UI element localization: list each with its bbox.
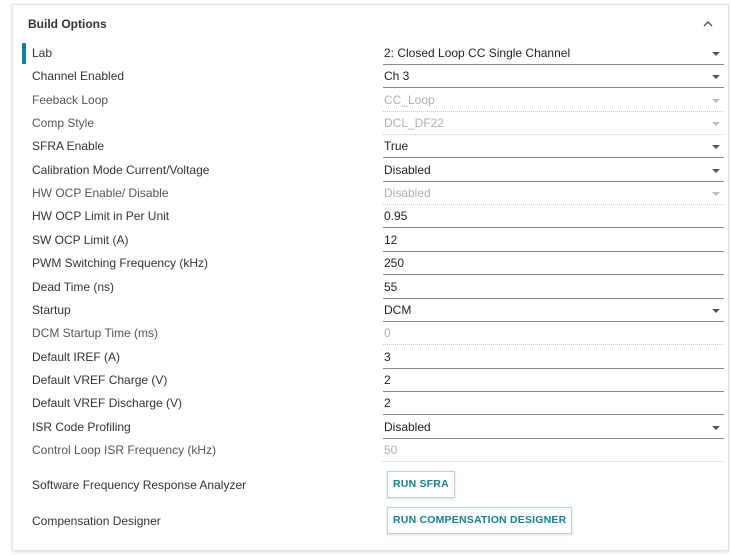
isr-code-profiling-select[interactable]: Disabled [383, 416, 724, 439]
option-label: HW OCP Limit in Per Unit [32, 209, 170, 224]
option-row-default-vref-discharge-v: Default VREF Discharge (V) 2 [13, 392, 729, 416]
option-row-isr-code-profiling: ISR Code Profiling Disabled [13, 416, 729, 439]
hw-ocp-enable-disable-select: Disabled [383, 182, 724, 206]
field-value: True [384, 139, 409, 154]
build-options-panel: Build Options Lab 2: Closed Loop CC Singl… [12, 4, 729, 551]
sfra-enable-select[interactable]: True [383, 135, 724, 159]
field-value: 0 [384, 326, 391, 341]
hw-ocp-limit-in-per-unit-input[interactable]: 0.95 [383, 205, 724, 229]
option-row-sfra-enable: SFRA Enable True [13, 135, 729, 159]
run-sfra-button[interactable]: RUN SFRA [387, 471, 455, 498]
option-row-hw-ocp-enable-disable: HW OCP Enable/ Disable Disabled [13, 182, 729, 206]
dropdown-arrow-icon [712, 98, 720, 103]
option-label: Default IREF (A) [32, 349, 121, 364]
option-row-default-iref-a: Default IREF (A) 3 [13, 346, 729, 369]
option-label: Dead Time (ns) [32, 279, 115, 294]
option-row-calibration-mode-current-voltage: Calibration Mode Current/Voltage Disabled [13, 159, 729, 182]
option-label: ISR Code Profiling [32, 419, 131, 434]
dcm-startup-time-ms-input: 0 [383, 322, 724, 346]
dead-time-ns-input[interactable]: 55 [383, 276, 724, 299]
active-indicator [22, 43, 26, 64]
option-label: PWM Switching Frequency (kHz) [32, 256, 209, 271]
action-label: Compensation Designer [32, 514, 161, 528]
dropdown-arrow-icon[interactable] [712, 308, 720, 313]
control-loop-isr-frequency-khz-input: 50 [383, 439, 724, 462]
action-row-compensation-designer: Compensation Designer RUN COMPENSATION DE… [13, 506, 729, 536]
option-label: Feeback Loop [32, 92, 109, 107]
calibration-mode-current-voltage-select[interactable]: Disabled [383, 159, 724, 182]
feeback-loop-select: CC_Loop [383, 89, 724, 112]
dropdown-arrow-icon[interactable] [712, 75, 720, 80]
option-row-pwm-switching-frequency-khz: PWM Switching Frequency (kHz) 250 [13, 252, 729, 276]
option-row-sw-ocp-limit-a: SW OCP Limit (A) 12 [13, 229, 729, 252]
dropdown-arrow-icon [712, 122, 720, 127]
field-value: Ch 3 [384, 69, 410, 84]
option-label: DCM Startup Time (ms) [32, 326, 159, 341]
default-vref-charge-v-input[interactable]: 2 [383, 369, 724, 392]
option-row-dcm-startup-time-ms: DCM Startup Time (ms) 0 [13, 322, 729, 346]
field-value: DCL_DF22 [384, 116, 445, 131]
panel-header: Build Options [28, 13, 718, 35]
dropdown-arrow-icon [712, 192, 720, 197]
pwm-switching-frequency-khz-input[interactable]: 250 [383, 252, 724, 276]
option-label: Calibration Mode Current/Voltage [32, 162, 210, 177]
option-row-startup: Startup DCM [13, 299, 729, 322]
field-value: Disabled [384, 419, 431, 434]
option-row-control-loop-isr-frequency-khz: Control Loop ISR Frequency (kHz) 50 [13, 439, 729, 462]
field-value: 250 [384, 256, 405, 271]
field-value: Disabled [384, 162, 431, 177]
panel-title: Build Options [28, 17, 107, 31]
field-value: 3 [384, 349, 391, 364]
option-label: Default VREF Discharge (V) [32, 396, 183, 411]
field-value: 0.95 [384, 209, 408, 224]
option-label: Lab [32, 46, 53, 60]
field-value: 55 [384, 279, 398, 294]
field-value: 2 [384, 372, 391, 387]
option-label: HW OCP Enable/ Disable [32, 186, 169, 201]
field-value: Disabled [384, 186, 431, 201]
option-row-hw-ocp-limit-in-per-unit: HW OCP Limit in Per Unit 0.95 [13, 205, 729, 229]
option-label: SFRA Enable [32, 139, 105, 154]
dropdown-arrow-icon[interactable] [712, 52, 720, 56]
lab-select[interactable]: 2: Closed Loop CC Single Channel [383, 42, 724, 65]
dropdown-arrow-icon[interactable] [712, 168, 720, 173]
option-row-lab: Lab 2: Closed Loop CC Single Channel [13, 42, 729, 65]
option-label: Default VREF Charge (V) [32, 372, 168, 387]
option-label: Control Loop ISR Frequency (kHz) [32, 442, 217, 457]
run-compensation-designer-button[interactable]: RUN COMPENSATION DESIGNER [387, 507, 573, 534]
option-row-comp-style: Comp Style DCL_DF22 [13, 112, 729, 136]
field-value: CC_Loop [384, 92, 435, 107]
dropdown-arrow-icon[interactable] [712, 145, 720, 150]
dropdown-arrow-icon[interactable] [712, 425, 720, 430]
default-vref-discharge-v-input[interactable]: 2 [383, 392, 724, 416]
field-value: DCM [384, 302, 412, 317]
action-row-software-frequency-response-analyzer: Software Frequency Response Analyzer RUN … [13, 470, 729, 500]
option-row-channel-enabled: Channel Enabled Ch 3 [13, 65, 729, 89]
option-label: Channel Enabled [32, 69, 125, 84]
option-row-feeback-loop: Feeback Loop CC_Loop [13, 89, 729, 112]
sw-ocp-limit-a-input[interactable]: 12 [383, 229, 724, 252]
field-value: 2: Closed Loop CC Single Channel [384, 46, 571, 60]
startup-select[interactable]: DCM [383, 299, 724, 322]
option-row-default-vref-charge-v: Default VREF Charge (V) 2 [13, 369, 729, 392]
field-value: 12 [384, 232, 398, 247]
option-label: SW OCP Limit (A) [32, 232, 129, 247]
option-label: Comp Style [32, 116, 95, 131]
option-label: Startup [32, 302, 71, 317]
default-iref-a-input[interactable]: 3 [383, 346, 724, 369]
field-value: 2 [384, 396, 391, 411]
action-label: Software Frequency Response Analyzer [32, 478, 247, 492]
comp-style-select: DCL_DF22 [383, 112, 724, 136]
option-row-dead-time-ns: Dead Time (ns) 55 [13, 276, 729, 299]
chevron-up-icon[interactable] [698, 14, 718, 34]
channel-enabled-select[interactable]: Ch 3 [383, 65, 724, 89]
field-value: 50 [384, 442, 398, 457]
